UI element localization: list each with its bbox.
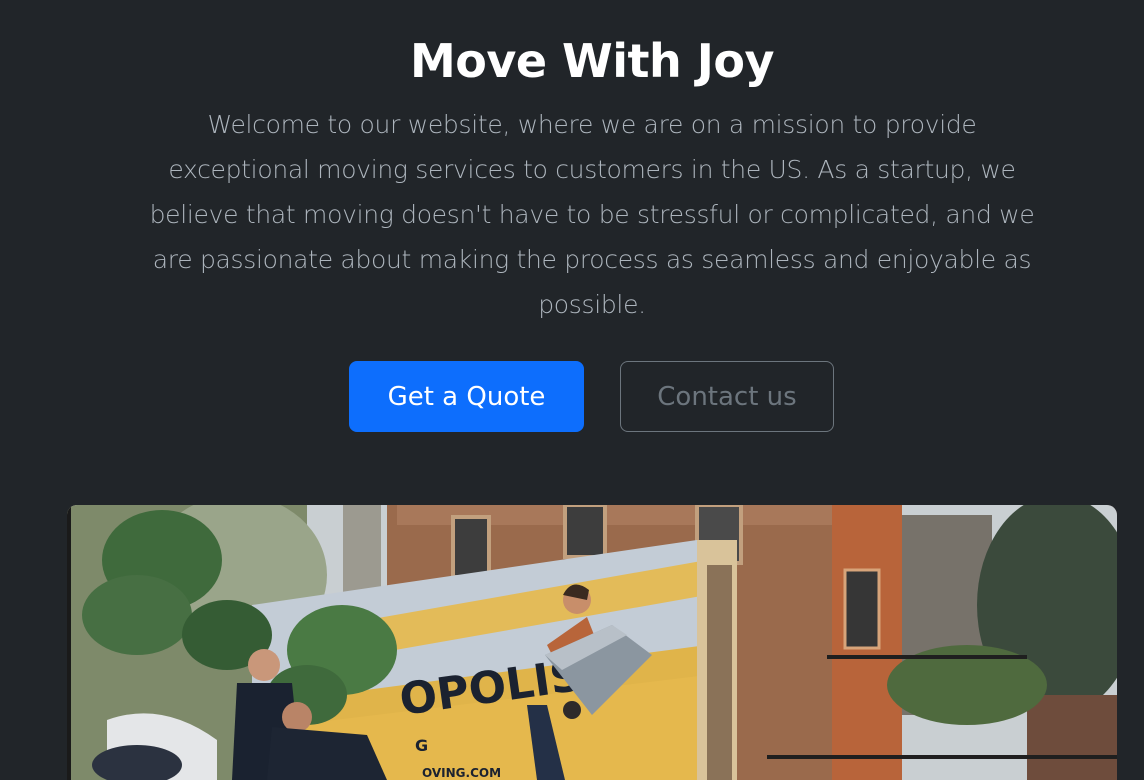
moving-truck-photo: OPOLIS OVING.COM G [67,505,1117,780]
hero-section: Move With Joy Welcome to our website, wh… [0,0,1144,780]
hero-lead-text: Welcome to our website, where we are on … [149,110,1035,319]
truck-website-text: OVING.COM [422,766,501,780]
truck-letter-text: G [415,736,428,755]
hero-title: Move With Joy [409,34,775,88]
hero-image: OPOLIS OVING.COM G [67,505,1117,780]
contact-us-button[interactable]: Contact us [620,361,834,432]
get-a-quote-button[interactable]: Get a Quote [349,361,584,432]
